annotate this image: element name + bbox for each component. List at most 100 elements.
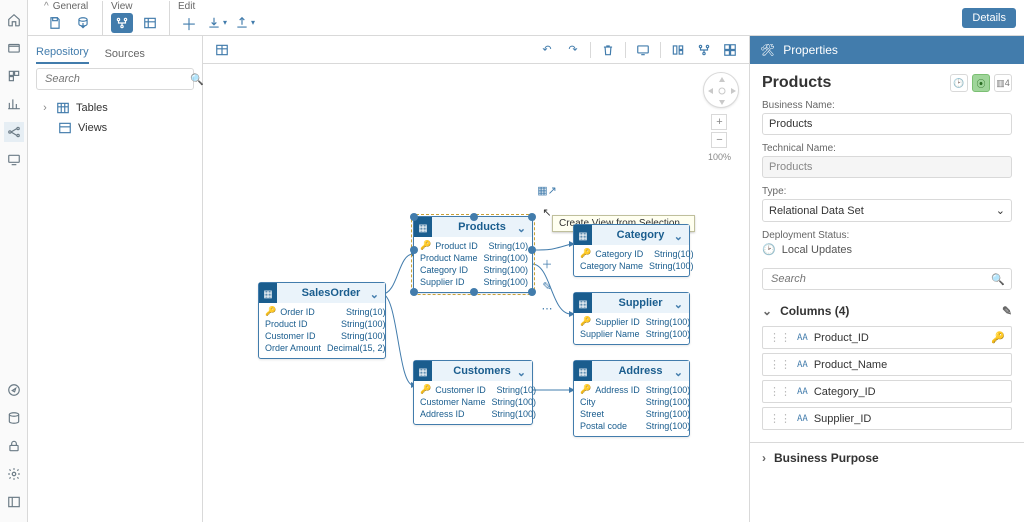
tree-tables[interactable]: › Tables (36, 98, 194, 118)
table-icon (56, 101, 70, 115)
view-icon (58, 121, 72, 135)
model-icon[interactable] (4, 122, 24, 142)
redo-icon[interactable]: ↷ (562, 40, 584, 60)
tab-repository[interactable]: Repository (36, 46, 89, 64)
business-name-input[interactable] (762, 113, 1012, 135)
edit-columns-icon[interactable]: ✎ (1002, 304, 1012, 318)
type-select[interactable]: Relational Data Set⌄ (762, 199, 1012, 222)
add-icon[interactable]: ＋ (178, 13, 200, 33)
undo-icon[interactable]: ↶ (536, 40, 558, 60)
layout3-icon[interactable] (719, 40, 741, 60)
columns-section-header[interactable]: ⌄ Columns (4) ✎ (750, 296, 1024, 326)
repo-search[interactable]: 🔍 (36, 68, 194, 90)
node-address[interactable]: ▦Address⌄ 🔑Address IDString(100) CityStr… (573, 360, 690, 437)
drag-handle-icon[interactable]: ⋮⋮ (769, 331, 791, 344)
clock-icon: 🕑 (762, 243, 776, 256)
gear-icon[interactable] (4, 464, 24, 484)
more-icon[interactable]: ⋯ (539, 300, 555, 316)
cards-icon[interactable] (4, 66, 24, 86)
db-icon[interactable] (4, 408, 24, 428)
details-button[interactable]: Details (962, 8, 1016, 28)
deployment-status: 🕑 Local Updates (762, 243, 1012, 256)
table-icon: ▦ (574, 225, 592, 245)
layout2-icon[interactable] (693, 40, 715, 60)
ribbon-group-label: View (111, 1, 133, 12)
chevron-down-icon[interactable]: ⌄ (674, 298, 683, 311)
create-view-icon[interactable]: ▦↗ (539, 182, 555, 198)
screen-icon[interactable] (4, 150, 24, 170)
chevron-down-icon[interactable]: ⌄ (370, 288, 379, 301)
chevron-down-icon[interactable]: ⌄ (517, 366, 526, 379)
left-rail (0, 0, 28, 522)
drag-handle-icon[interactable]: ⋮⋮ (769, 358, 791, 371)
columns-list: ⋮⋮AAProduct_ID🔑 ⋮⋮AAProduct_Name ⋮⋮AACat… (750, 326, 1024, 442)
table-icon: ▦ (574, 361, 592, 381)
canvas-viewport[interactable]: + − 100% ▦SalesOrder⌄ 🔑Order IDString(10… (203, 64, 749, 522)
technical-name-input (762, 156, 1012, 178)
delete-icon[interactable] (597, 40, 619, 60)
search-icon: 🔍 (190, 73, 204, 86)
node-category[interactable]: ▦Category⌄ 🔑Category IDString(10) Catego… (573, 224, 690, 277)
repository-panel: Repository Sources 🔍 › Tables Views (28, 36, 203, 522)
node-title: Products (458, 221, 506, 233)
chevron-down-icon[interactable]: ⌄ (674, 230, 683, 243)
pan-control[interactable] (703, 72, 739, 108)
save-icon[interactable] (44, 13, 66, 33)
zoom-level: 100% (708, 152, 731, 162)
import-icon[interactable]: ▾ (206, 13, 228, 33)
tab-sources[interactable]: Sources (105, 48, 145, 64)
chart-icon[interactable] (4, 94, 24, 114)
node-title: Supplier (618, 297, 662, 309)
tree-views[interactable]: Views (36, 118, 194, 138)
chevron-down-icon[interactable]: ⌄ (674, 366, 683, 379)
add-relation-icon[interactable]: ＋ (539, 256, 555, 272)
props-search-input[interactable] (769, 272, 991, 286)
toggle-grid-icon[interactable] (211, 40, 233, 60)
collapse-icon[interactable] (4, 492, 24, 512)
column-item[interactable]: ⋮⋮AACategory_ID (762, 380, 1012, 403)
deploy-icon[interactable] (72, 13, 94, 33)
column-item[interactable]: ⋮⋮AAProduct_Name (762, 353, 1012, 376)
node-products[interactable]: ▦Products⌄ 🔑Product IDString(10) Product… (413, 216, 533, 293)
preview-icon[interactable] (632, 40, 654, 60)
zoom-in-icon[interactable]: + (711, 114, 727, 130)
zoom-out-icon[interactable]: − (711, 132, 727, 148)
props-search[interactable]: 🔍 (762, 268, 1012, 290)
status-badge[interactable]: ⦿ (972, 74, 990, 92)
repo-search-input[interactable] (43, 72, 190, 86)
node-title: Customers (453, 365, 510, 377)
field-label: Deployment Status: (762, 230, 1012, 241)
drag-handle-icon[interactable]: ⋮⋮ (769, 385, 791, 398)
chevron-down-icon: ⌄ (762, 304, 772, 318)
chevron-down-icon[interactable]: ⌄ (517, 222, 526, 235)
chevron-right-icon: › (40, 102, 50, 114)
layout1-icon[interactable] (667, 40, 689, 60)
home-icon[interactable] (4, 10, 24, 30)
entity-title: Products (762, 74, 950, 92)
node-title: SalesOrder (302, 287, 361, 299)
export-icon[interactable]: ▾ (234, 13, 256, 33)
lock-icon[interactable] (4, 436, 24, 456)
table-icon: ▦ (414, 361, 432, 381)
clock-icon[interactable]: 🕑 (950, 74, 968, 92)
node-supplier[interactable]: ▦Supplier⌄ 🔑Supplier IDString(100) Suppl… (573, 292, 690, 345)
properties-panel: 🛠 Properties Products 🕑 ⦿ ▥ 4 Business N… (749, 36, 1024, 522)
business-purpose-section-header[interactable]: › Business Purpose (750, 442, 1024, 473)
tree-label: Views (78, 122, 107, 134)
table-view-icon[interactable] (139, 13, 161, 33)
compass-icon[interactable] (4, 380, 24, 400)
folder-icon[interactable] (4, 38, 24, 58)
column-item[interactable]: ⋮⋮AASupplier_ID (762, 407, 1012, 430)
edit-icon[interactable]: ✎ (539, 278, 555, 294)
column-item[interactable]: ⋮⋮AAProduct_ID🔑 (762, 326, 1012, 349)
node-customers[interactable]: ▦Customers⌄ 🔑Customer IDString(10) Custo… (413, 360, 533, 425)
node-title: Category (617, 229, 665, 241)
er-view-icon[interactable] (111, 13, 133, 33)
chevron-right-icon: › (762, 451, 766, 465)
search-icon: 🔍 (991, 273, 1005, 286)
columns-count-badge[interactable]: ▥ 4 (994, 74, 1012, 92)
drag-handle-icon[interactable]: ⋮⋮ (769, 412, 791, 425)
tree-label: Tables (76, 102, 108, 114)
properties-title: Properties (783, 43, 838, 57)
node-salesorder[interactable]: ▦SalesOrder⌄ 🔑Order IDString(10) Product… (258, 282, 386, 359)
